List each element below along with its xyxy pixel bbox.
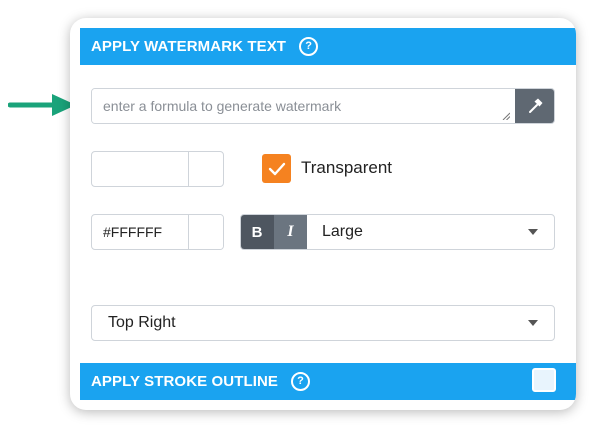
stroke-section-title: APPLY STROKE OUTLINE [91, 373, 279, 390]
opacity-side[interactable] [189, 152, 223, 186]
font-size-value: Large [322, 223, 363, 240]
font-size-select[interactable]: Large [307, 215, 554, 249]
chevron-down-icon [528, 320, 538, 326]
pointer-arrow-icon [8, 94, 76, 116]
watermark-section-header[interactable]: APPLY WATERMARK TEXT ? [80, 28, 576, 65]
italic-button[interactable]: I [274, 215, 307, 249]
transparent-checkbox[interactable] [262, 154, 291, 183]
chevron-down-icon [528, 229, 538, 235]
check-icon [268, 162, 285, 175]
color-swatch[interactable] [189, 215, 223, 249]
stroke-enable-checkbox[interactable] [532, 368, 556, 392]
resize-grip-icon[interactable] [502, 112, 510, 120]
help-icon[interactable]: ? [291, 372, 311, 391]
hammer-icon [529, 98, 543, 113]
opacity-stepper[interactable] [91, 151, 224, 187]
color-picker[interactable]: #FFFFFF [91, 214, 224, 250]
formula-builder-button[interactable] [515, 89, 554, 123]
color-hex-field[interactable]: #FFFFFF [92, 215, 189, 249]
stroke-section-header[interactable]: APPLY STROKE OUTLINE ? [80, 363, 576, 400]
watermark-panel: APPLY WATERMARK TEXT ? Transparent #FFFF… [70, 18, 576, 410]
position-value: Top Right [108, 314, 176, 331]
transparent-label: Transparent [301, 158, 393, 177]
font-style-bar: B I Large [240, 214, 555, 250]
formula-field [91, 88, 555, 124]
position-select[interactable]: Top Right [91, 305, 555, 341]
bold-button[interactable]: B [241, 215, 274, 249]
watermark-section-title: APPLY WATERMARK TEXT [91, 38, 287, 55]
formula-input[interactable] [92, 89, 515, 123]
opacity-value[interactable] [92, 152, 189, 186]
help-icon[interactable]: ? [299, 37, 319, 56]
